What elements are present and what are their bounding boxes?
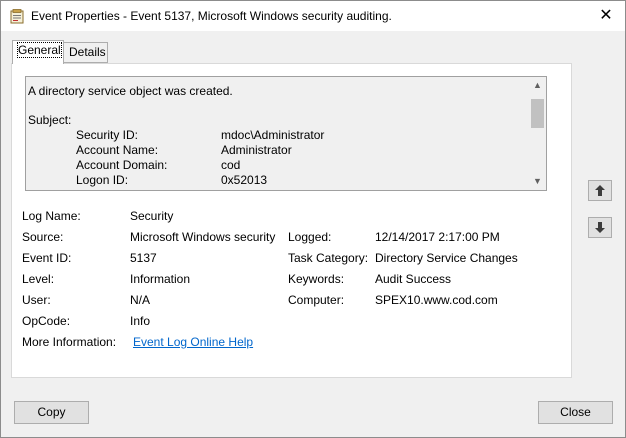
user-label: User: xyxy=(22,293,51,307)
message-value: Administrator xyxy=(221,143,292,157)
message-value: 0x52013 xyxy=(221,173,268,187)
more-info-label: More Information: xyxy=(22,335,117,349)
message-headline: A directory service object was created. xyxy=(28,84,233,98)
tab-details-label: Details xyxy=(69,45,106,59)
next-event-button[interactable] xyxy=(588,217,612,238)
scroll-thumb[interactable] xyxy=(531,99,544,128)
message-subject-label: Subject: xyxy=(28,113,72,127)
copy-button[interactable]: Copy xyxy=(14,401,89,424)
task-category-value: Directory Service Changes xyxy=(375,251,518,265)
logged-label: Logged: xyxy=(288,230,332,244)
online-help-link[interactable]: Event Log Online Help xyxy=(133,335,253,349)
tab-general[interactable]: General xyxy=(12,40,64,64)
message-key: Account Domain: xyxy=(76,158,168,172)
level-label: Level: xyxy=(22,272,55,286)
message-value: mdoc\Administrator xyxy=(221,128,325,142)
scroll-down-icon[interactable]: ▼ xyxy=(529,173,546,190)
arrow-up-icon xyxy=(595,185,605,196)
message-value: cod xyxy=(221,158,241,172)
logged-value: 12/14/2017 2:17:00 PM xyxy=(375,230,500,244)
arrow-down-icon xyxy=(595,222,605,233)
log-name-label: Log Name: xyxy=(22,209,81,223)
title-bar: Event Properties - Event 5137, Microsoft… xyxy=(1,1,625,31)
level-value: Information xyxy=(130,272,191,286)
opcode-label: OpCode: xyxy=(22,314,71,328)
message-key: Security ID: xyxy=(76,128,139,142)
event-viewer-icon xyxy=(10,9,24,24)
opcode-value: Info xyxy=(130,314,151,328)
task-category-label: Task Category: xyxy=(288,251,369,265)
event-properties-window: Event Properties - Event 5137, Microsoft… xyxy=(0,0,626,438)
message-key: Logon ID: xyxy=(76,173,129,187)
source-label: Source: xyxy=(22,230,64,244)
tab-general-label: General xyxy=(17,42,62,58)
description-scrollbar[interactable]: ▲ ▼ xyxy=(529,77,546,190)
user-value: N/A xyxy=(130,293,151,307)
computer-label: Computer: xyxy=(288,293,345,307)
log-name-value: Security xyxy=(130,209,174,223)
keywords-label: Keywords: xyxy=(288,272,345,286)
previous-event-button[interactable] xyxy=(588,180,612,201)
tab-details[interactable]: Details xyxy=(63,42,108,63)
event-id-label: Event ID: xyxy=(22,251,72,265)
computer-value: SPEX10.www.cod.com xyxy=(375,293,498,307)
scroll-up-icon[interactable]: ▲ xyxy=(529,77,546,94)
event-description-box[interactable]: A directory service object was created. … xyxy=(25,76,547,191)
source-value: Microsoft Windows security xyxy=(130,230,276,244)
keywords-value: Audit Success xyxy=(375,272,452,286)
message-key: Account Name: xyxy=(76,143,159,157)
close-icon[interactable]: ✕ xyxy=(595,5,617,27)
event-id-value: 5137 xyxy=(130,251,157,265)
window-title: Event Properties - Event 5137, Microsoft… xyxy=(31,9,392,23)
close-button[interactable]: Close xyxy=(538,401,613,424)
